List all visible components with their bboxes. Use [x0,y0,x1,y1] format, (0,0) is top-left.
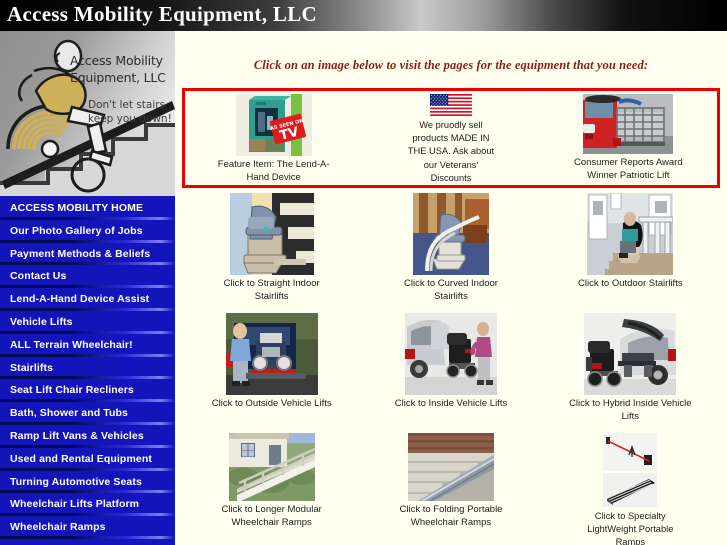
sidebar-item-payment-methods[interactable]: Payment Methods & Beliefs [0,243,175,266]
folding-portable-ramp-icon [407,433,494,501]
grid-cell-outdoor-stairlifts[interactable]: Click to Outdoor Stairlifts [541,191,720,311]
modular-wheelchair-ramp-icon [228,433,315,501]
specialty-ramp-image-stack [603,433,658,507]
featured-caption-made-in-usa: We pruodly sell products MADE IN THE USA… [407,120,495,183]
featured-cell-made-in-usa[interactable]: We pruodly sell products MADE IN THE USA… [362,91,539,185]
featured-caption-lend-a-hand: Feature Item: The Lend-A-Hand Device [217,159,330,183]
logo-company-line1: Access Mobility [70,53,163,68]
sidebar-item-vehicle-lifts[interactable]: Vehicle Lifts [0,311,175,334]
grid-cell-straight-indoor-stairlifts[interactable]: Click to Straight Indoor Stairlifts [182,191,361,311]
red-suv-with-vehicle-lift-icon [583,94,674,154]
sidebar-item-wheelchair-ramps[interactable]: Wheelchair Ramps [0,516,175,539]
american-flag-icon [430,94,472,117]
page-root: Access Mobility Equipment, LLC Access Mo… [0,0,727,545]
sidebar: Access Mobility Equipment, LLC Don't let… [0,31,175,545]
lend-a-hand-box-icon: AS SEEN ON TV [235,94,312,156]
sidebar-item-bath-shower-tubs[interactable]: Bath, Shower and Tubs [0,402,175,425]
sidebar-item-seat-lift-chairs[interactable]: Seat Lift Chair Recliners [0,379,175,402]
outside-vehicle-lift-icon [225,313,318,395]
grid-cell-hybrid-inside-vehicle-lifts[interactable]: Click to Hybrid Inside Vehicle Lifts [541,311,720,431]
grid-caption-inside-vehicle-lifts: Click to Inside Vehicle Lifts [394,398,508,409]
sidebar-item-all-terrain[interactable]: ALL Terrain Wheelchair! [0,334,175,357]
grid-cell-inside-vehicle-lifts[interactable]: Click to Inside Vehicle Lifts [361,311,540,431]
grid-cell-curved-indoor-stairlifts[interactable]: Click to Curved Indoor Stairlifts [361,191,540,311]
sidebar-item-photo-gallery[interactable]: Our Photo Gallery of Jobs [0,220,175,243]
sidebar-item-stairlifts[interactable]: Stairlifts [0,357,175,380]
inside-vehicle-lift-icon [404,313,497,395]
sidebar-item-used-rental[interactable]: Used and Rental Equipment [0,448,175,471]
sidebar-item-contact-us[interactable]: Contact Us [0,265,175,288]
featured-caption-patriotic-lift: Consumer Reports Award Winner Patriotic … [574,157,683,181]
grid-caption-outside-vehicle-lifts: Click to Outside Vehicle Lifts [211,398,332,409]
curved-indoor-stairlift-icon [412,193,489,275]
grid-caption-straight-indoor-stairlifts: Click to Straight Indoor Stairlifts [223,278,320,302]
sidebar-item-wheelchair-lifts[interactable]: Wheelchair Lifts Platform [0,493,175,516]
grid-caption-curved-indoor-stairlifts: Click to Curved Indoor Stairlifts [403,278,498,302]
logo-tagline: Don't let stairs keep you down! [88,99,172,125]
sidebar-item-turning-seats[interactable]: Turning Automotive Seats [0,471,175,494]
lightweight-portable-ramp-icon [603,473,658,507]
straight-indoor-stairlift-icon [229,193,314,275]
category-grid: Click to Straight Indoor Stairlifts Clic… [182,191,720,545]
outdoor-stairlift-icon [587,193,674,275]
grid-caption-hybrid-inside-vehicle-lifts: Click to Hybrid Inside Vehicle Lifts [569,398,692,422]
grid-caption-specialty-lightweight-ramps: Click to Specialty LightWeight Portable … [587,511,674,545]
sidebar-item-ramp-lift-vans[interactable]: Ramp Lift Vans & Vehicles [0,425,175,448]
grid-cell-modular-wheelchair-ramps[interactable]: Click to Longer Modular Wheelchair Ramps [182,431,361,545]
featured-cell-patriotic-lift[interactable]: Consumer Reports Award Winner Patriotic … [540,91,717,185]
hybrid-inside-vehicle-lift-icon [584,313,677,395]
grid-row-stairlifts: Click to Straight Indoor Stairlifts Clic… [182,191,720,311]
grid-cell-folding-portable-ramps[interactable]: Click to Folding Portable Wheelchair Ram… [361,431,540,545]
site-masthead: Access Mobility Equipment, LLC [0,0,727,31]
grid-caption-outdoor-stairlifts: Click to Outdoor Stairlifts [578,278,683,289]
sidebar-item-home[interactable]: ACCESS MOBILITY HOME [0,197,175,220]
company-logo[interactable]: Access Mobility Equipment, LLC Don't let… [0,31,175,196]
featured-items-row: AS SEEN ON TV Feature Item: The Lend-A-H… [182,88,720,188]
featured-cell-lend-a-hand[interactable]: AS SEEN ON TV Feature Item: The Lend-A-H… [185,91,362,185]
logo-company-line2: Equipment, LLC [70,69,166,85]
grid-row-vehicle-lifts: Click to Outside Vehicle Lifts Click to … [182,311,720,431]
main-content: Click on an image below to visit the pag… [175,31,727,545]
grid-cell-specialty-lightweight-ramps[interactable]: Click to Specialty LightWeight Portable … [541,431,720,545]
main-navigation: ACCESS MOBILITY HOME Our Photo Gallery o… [0,196,175,539]
grid-caption-folding-portable-ramps: Click to Folding Portable Wheelchair Ram… [399,504,503,528]
logo-company-name: Access Mobility Equipment, LLC [70,53,174,86]
sidebar-item-lend-a-hand[interactable]: Lend-A-Hand Device Assist [0,288,175,311]
intro-heading: Click on an image below to visit the pag… [253,58,649,72]
specialty-ramp-diagram-icon [603,433,658,471]
grid-cell-outside-vehicle-lifts[interactable]: Click to Outside Vehicle Lifts [182,311,361,431]
grid-caption-modular-wheelchair-ramps: Click to Longer Modular Wheelchair Ramps [221,504,322,528]
grid-row-ramps: Click to Longer Modular Wheelchair Ramps [182,431,720,545]
page-title: Access Mobility Equipment, LLC [7,2,318,26]
